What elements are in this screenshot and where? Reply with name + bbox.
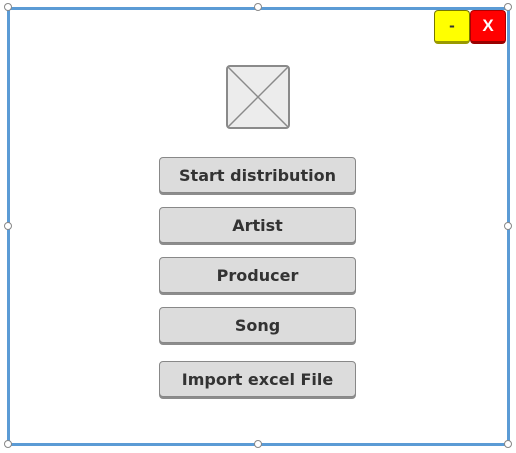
import-excel-file-button[interactable]: Import excel File — [159, 361, 356, 397]
artist-button[interactable]: Artist — [159, 207, 356, 243]
canvas: - X Start distribution Artist Producer S… — [0, 0, 516, 453]
resize-handle-top-left[interactable] — [4, 3, 12, 11]
resize-handle-top-right[interactable] — [504, 3, 512, 11]
resize-handle-middle-right[interactable] — [504, 222, 512, 230]
resize-handle-top-center[interactable] — [254, 3, 262, 11]
resize-handle-bottom-center[interactable] — [254, 440, 262, 448]
close-button[interactable]: X — [470, 10, 506, 44]
resize-handle-bottom-right[interactable] — [504, 440, 512, 448]
minimize-button[interactable]: - — [434, 10, 470, 44]
producer-button[interactable]: Producer — [159, 257, 356, 293]
image-placeholder-icon — [226, 65, 290, 129]
song-button[interactable]: Song — [159, 307, 356, 343]
resize-handle-middle-left[interactable] — [4, 222, 12, 230]
resize-handle-bottom-left[interactable] — [4, 440, 12, 448]
start-distribution-button[interactable]: Start distribution — [159, 157, 356, 193]
